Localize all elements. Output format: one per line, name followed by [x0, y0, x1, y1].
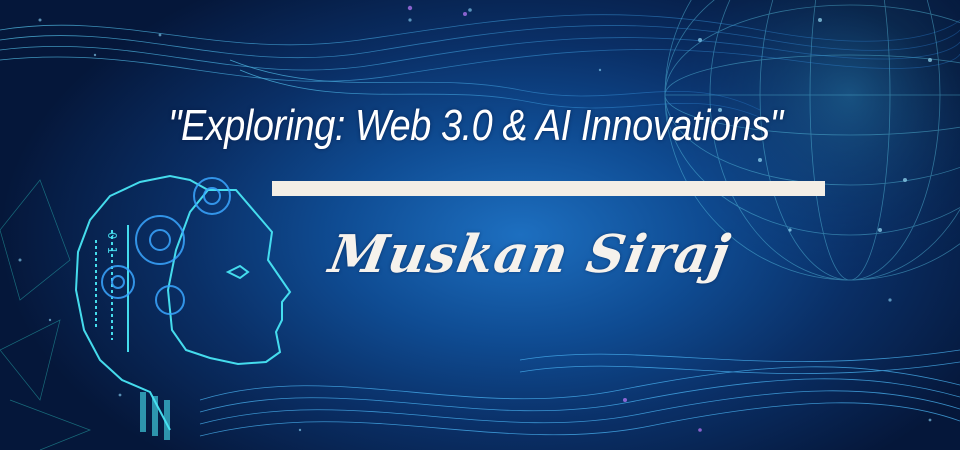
author-name: Muskan Siraj — [324, 224, 735, 285]
particle-wave-icon — [199, 349, 960, 437]
divider-bar — [272, 181, 825, 196]
svg-text:0 1: 0 1 — [105, 232, 119, 254]
headline: "Exploring: Web 3.0 & AI Innovations" — [168, 101, 783, 150]
gear-icon — [101, 177, 231, 315]
banner: 0 1 "Exploring: Web 3.0 & AI Innovations… — [0, 0, 960, 450]
